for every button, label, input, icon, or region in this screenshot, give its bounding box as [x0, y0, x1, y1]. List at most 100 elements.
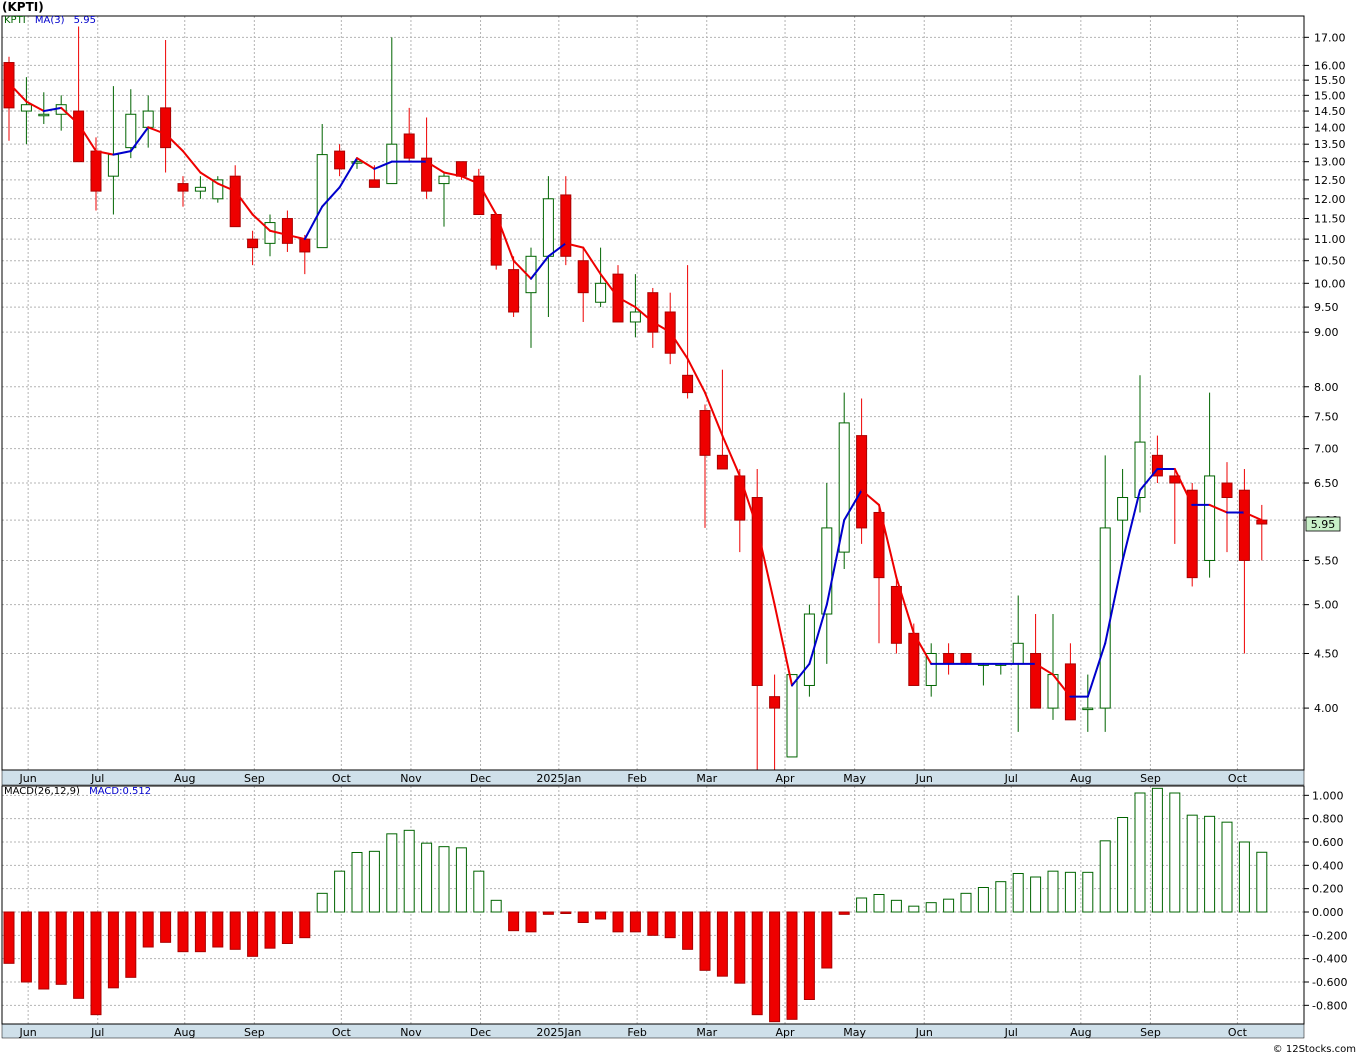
- candle-body: [229, 175, 241, 228]
- macd-bar: [3, 911, 15, 964]
- macd-bar: [647, 911, 659, 936]
- macd-date-axis: [1, 1023, 1305, 1039]
- macd-bar: [682, 911, 694, 950]
- month-label: Jul: [1004, 1026, 1018, 1039]
- macd-tick-label: 0.000: [1312, 906, 1344, 919]
- macd-bar: [90, 911, 102, 1016]
- macd-bar: [977, 887, 989, 913]
- month-label: Jul: [90, 1026, 104, 1039]
- price-tick-label: 16.00: [1314, 59, 1346, 72]
- candle-body: [1204, 475, 1216, 561]
- macd-bar: [1064, 871, 1076, 913]
- macd-bar: [229, 911, 241, 950]
- macd-bar: [490, 899, 502, 913]
- last-price-tag-text: 5.95: [1311, 518, 1336, 531]
- candle-body: [3, 62, 15, 109]
- macd-bar: [334, 870, 346, 913]
- candle-body: [943, 652, 955, 665]
- macd-bar: [508, 911, 520, 932]
- macd-bar: [247, 911, 259, 957]
- price-tick-label: 12.50: [1314, 174, 1346, 187]
- macd-tick-label: -0.600: [1312, 976, 1347, 989]
- candle-body: [577, 260, 589, 294]
- month-label: Aug: [174, 1026, 195, 1039]
- ma-value: 5.95: [73, 15, 96, 26]
- macd-bar: [107, 911, 119, 989]
- month-label: Sep: [1140, 1026, 1161, 1039]
- macd-bar: [142, 911, 154, 948]
- macd-bar: [1117, 817, 1129, 913]
- month-label: Aug: [1070, 772, 1091, 785]
- macd-bar: [1151, 787, 1163, 913]
- macd-bar: [577, 911, 589, 923]
- macd-bar: [212, 911, 224, 948]
- macd-bar: [177, 911, 189, 953]
- macd-bar: [925, 902, 937, 913]
- macd-bar: [73, 911, 85, 999]
- macd-bar: [38, 911, 50, 990]
- price-tick-label: 4.50: [1314, 647, 1339, 660]
- macd-tick-label: 0.600: [1312, 836, 1344, 849]
- price-tick-label: 12.00: [1314, 193, 1346, 206]
- macd-bar: [194, 911, 206, 953]
- macd-bar: [716, 911, 728, 977]
- candle-body: [403, 133, 415, 159]
- macd-bar: [751, 911, 763, 1016]
- macd-bar: [281, 911, 293, 944]
- month-label: Sep: [1140, 772, 1161, 785]
- month-label: Sep: [244, 772, 265, 785]
- macd-bar: [20, 911, 32, 983]
- month-label: May: [843, 1026, 866, 1039]
- month-label: Oct: [332, 772, 352, 785]
- price-tick-label: 6.50: [1314, 477, 1339, 490]
- month-label: Jun: [19, 1026, 37, 1039]
- macd-bar: [1204, 815, 1216, 913]
- ma-segment: [1173, 467, 1194, 506]
- month-label: Aug: [174, 772, 195, 785]
- candle-body: [629, 311, 641, 323]
- price-tick-label: 11.50: [1314, 213, 1346, 226]
- stock-chart: 4.004.505.005.506.006.507.007.508.009.00…: [0, 0, 1360, 1056]
- candle-body: [1012, 642, 1024, 665]
- watermark: © 12Stocks.com: [1272, 1044, 1356, 1055]
- macd-tick-label: 0.800: [1312, 813, 1344, 826]
- month-label: Apr: [776, 772, 796, 785]
- price-tick-label: 11.00: [1314, 233, 1346, 246]
- candle-body: [177, 183, 189, 192]
- macd-bar: [55, 911, 67, 985]
- macd-bar: [595, 911, 607, 920]
- month-label: Jul: [1004, 772, 1018, 785]
- symbol-label: KPTI: [4, 15, 26, 26]
- candle-body: [107, 154, 119, 177]
- candle-body: [38, 113, 50, 117]
- candle-body: [281, 218, 293, 244]
- macd-bar: [943, 898, 955, 913]
- candle-body: [682, 374, 694, 394]
- candle-body: [856, 435, 868, 529]
- month-label: 2025Jan: [536, 1026, 581, 1039]
- macd-bar: [908, 905, 920, 913]
- macd-bar: [856, 897, 868, 913]
- macd-bar: [1047, 870, 1059, 913]
- month-label: Jul: [90, 772, 104, 785]
- price-legend: KPTI MA(3) 5.95: [4, 15, 102, 26]
- macd-bar: [368, 850, 380, 913]
- macd-bar: [438, 846, 450, 913]
- price-tick-label: 10.00: [1314, 277, 1346, 290]
- candle-body: [699, 410, 711, 456]
- price-tick-label: 7.50: [1314, 411, 1339, 424]
- price-tick-label: 13.50: [1314, 138, 1346, 151]
- candle-body: [960, 652, 972, 665]
- candle-body: [299, 238, 311, 253]
- candle-body: [595, 282, 607, 303]
- candle-body: [542, 198, 554, 257]
- macd-tick-label: -0.800: [1312, 999, 1347, 1012]
- candle-body: [1099, 527, 1111, 709]
- month-label: Mar: [696, 772, 717, 785]
- macd-bar: [1238, 841, 1250, 913]
- macd-bar: [1169, 792, 1181, 913]
- macd-bar: [525, 911, 537, 933]
- macd-bar: [264, 911, 276, 949]
- candle-body: [316, 154, 328, 249]
- macd-tick-label: 0.200: [1312, 883, 1344, 896]
